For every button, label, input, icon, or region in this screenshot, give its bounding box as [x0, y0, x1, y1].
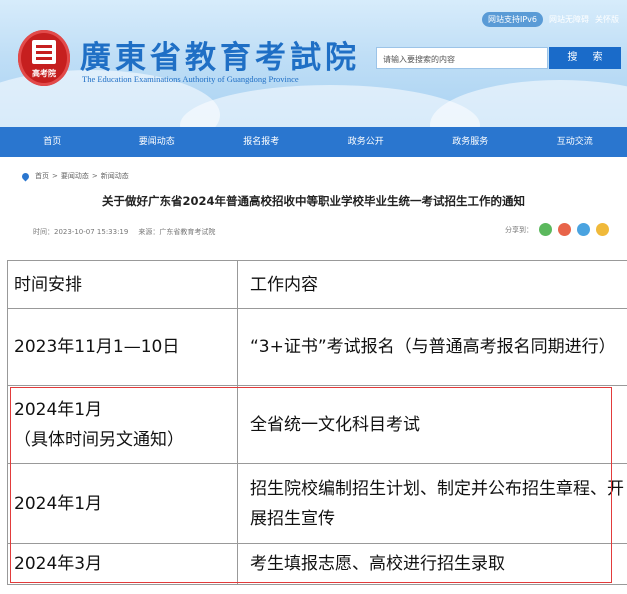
- row-content: 招生院校编制招生计划、制定并公布招生章程、开展招生宣传: [237, 463, 627, 544]
- nav-item-interaction[interactable]: 互动交流: [523, 127, 627, 157]
- article-source: 来源：广东省教育考试院: [138, 228, 216, 236]
- breadcrumb-home[interactable]: 首页: [35, 171, 49, 181]
- schedule-table: 时间安排 工作内容 2023年11月1—10日 “3+证书”考试报名（与普通高考…: [7, 260, 627, 585]
- site-logo[interactable]: 高考院: [18, 30, 70, 86]
- row-time: 2024年1月: [14, 399, 103, 420]
- search-input[interactable]: 请输入要搜索的内容: [376, 47, 548, 69]
- row-time: 2024年1月: [7, 463, 238, 544]
- accessibility-link[interactable]: 网站无障碍: [549, 14, 589, 25]
- nav-item-services[interactable]: 政务服务: [418, 127, 523, 157]
- weibo-share-icon[interactable]: [558, 223, 571, 236]
- ipv6-badge: 网站支持IPv6: [481, 12, 543, 27]
- top-links: 网站支持IPv6 网站无障碍 关怀版: [481, 12, 619, 27]
- nav-item-registration[interactable]: 报名报考: [209, 127, 314, 157]
- share-bar: 分享到：: [505, 223, 609, 236]
- nav-item-public-affairs[interactable]: 政务公开: [314, 127, 419, 157]
- search-button[interactable]: 搜 索: [549, 47, 621, 69]
- location-pin-icon: [20, 171, 31, 181]
- column-header-time: 时间安排: [7, 260, 238, 309]
- breadcrumb: 首页 > 要闻动态 > 新闻动态: [20, 171, 129, 181]
- breadcrumb-separator: >: [52, 172, 58, 180]
- row-time-note: （具体时间另文通知）: [14, 429, 184, 450]
- row-content: 全省统一文化科目考试: [237, 385, 627, 464]
- qzone-share-icon[interactable]: [577, 223, 590, 236]
- site-title[interactable]: 廣東省教育考試院: [80, 32, 360, 77]
- site-header: 高考院 廣東省教育考試院 The Education Examinations …: [0, 0, 627, 127]
- main-nav: 首页 要闻动态 报名报考 政务公开 政务服务 互动交流: [0, 127, 627, 157]
- wechat-share-icon[interactable]: [539, 223, 552, 236]
- table-row: 2024年3月 考生填报志愿、高校进行招生录取: [7, 543, 627, 585]
- cloud-decoration: [430, 80, 627, 127]
- article-title: 关于做好广东省2024年普通高校招收中等职业学校毕业生统一考试招生工作的通知: [101, 194, 525, 208]
- article-header: 首页 > 要闻动态 > 新闻动态 关于做好广东省2024年普通高校招收中等职业学…: [8, 157, 619, 251]
- table-row: 2023年11月1—10日 “3+证书”考试报名（与普通高考报名同期进行）: [7, 308, 627, 386]
- book-icon: [32, 40, 56, 64]
- row-content: 考生填报志愿、高校进行招生录取: [237, 543, 627, 585]
- row-time-cell: 2024年1月 （具体时间另文通知）: [7, 385, 238, 464]
- logo-text: 高考院: [32, 69, 56, 78]
- nav-item-home[interactable]: 首页: [0, 127, 105, 157]
- care-mode-link[interactable]: 关怀版: [595, 14, 619, 25]
- row-time: 2023年11月1—10日: [7, 308, 238, 386]
- site-subtitle: The Education Examinations Authority of …: [82, 74, 299, 84]
- publish-time: 时间：2023-10-07 15:33:19: [33, 228, 129, 236]
- breadcrumb-current[interactable]: 新闻动态: [101, 171, 129, 181]
- column-header-content: 工作内容: [237, 260, 627, 309]
- breadcrumb-news[interactable]: 要闻动态: [61, 171, 89, 181]
- row-content: “3+证书”考试报名（与普通高考报名同期进行）: [237, 308, 627, 386]
- article-meta: 时间：2023-10-07 15:33:19 来源：广东省教育考试院: [33, 227, 215, 237]
- table-row: 2024年1月 （具体时间另文通知） 全省统一文化科目考试: [7, 385, 627, 464]
- table-header-row: 时间安排 工作内容: [7, 260, 627, 309]
- favorite-share-icon[interactable]: [596, 223, 609, 236]
- nav-item-news[interactable]: 要闻动态: [105, 127, 210, 157]
- table-row: 2024年1月 招生院校编制招生计划、制定并公布招生章程、开展招生宣传: [7, 463, 627, 544]
- row-time: 2024年3月: [7, 543, 238, 585]
- breadcrumb-separator: >: [91, 172, 98, 180]
- share-label: 分享到：: [505, 225, 533, 234]
